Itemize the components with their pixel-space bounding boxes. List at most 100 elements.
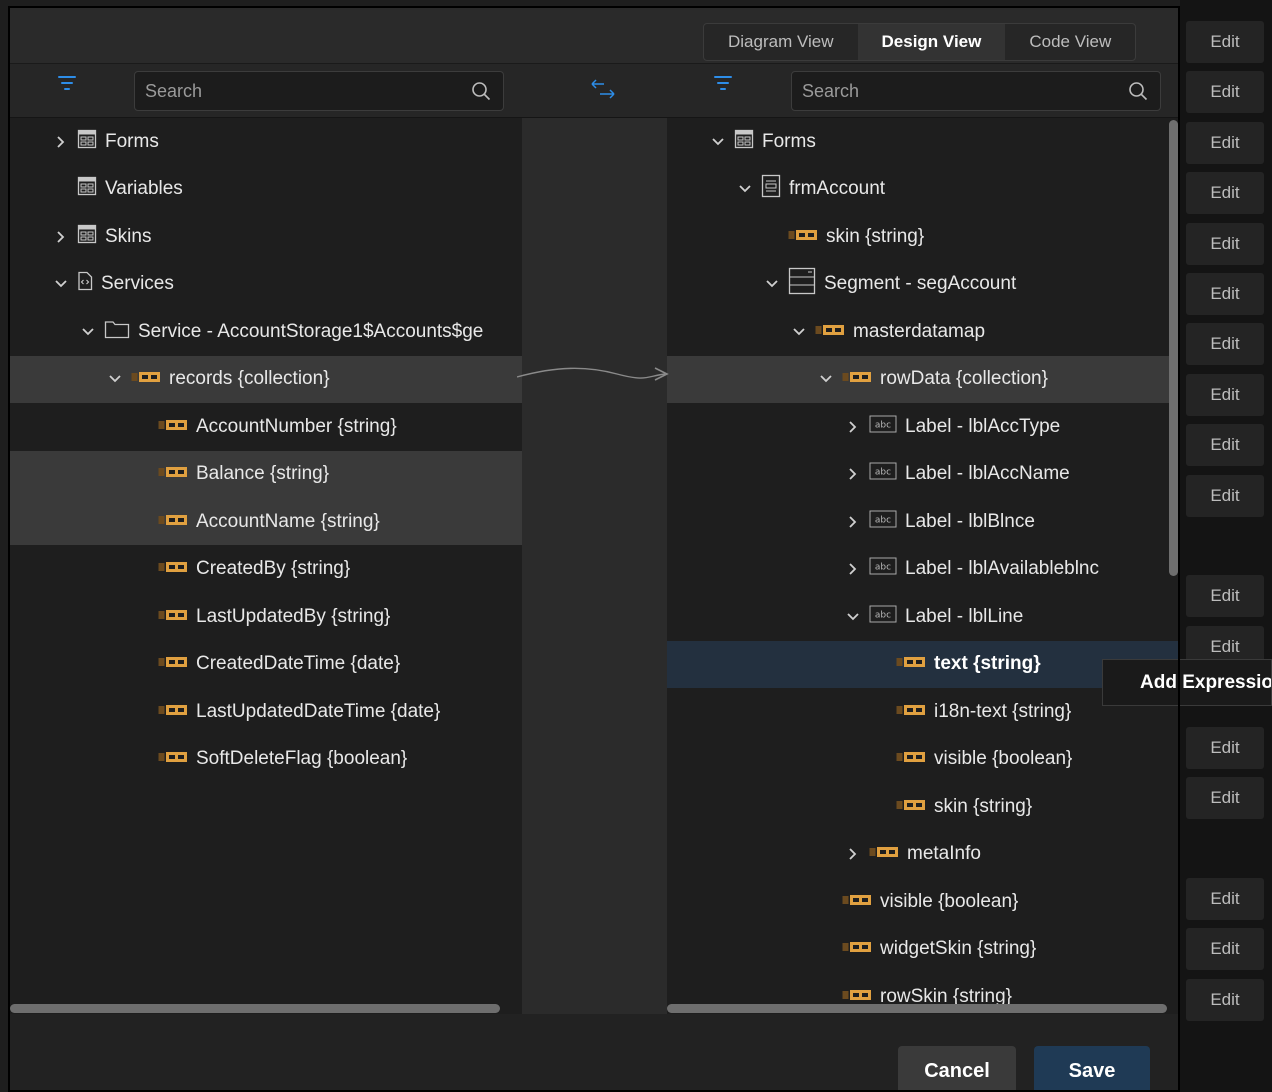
target-tree-row[interactable]: metaInfo bbox=[667, 831, 1178, 878]
chevron-right-icon[interactable] bbox=[845, 561, 861, 577]
target-tree-row[interactable]: Forms bbox=[667, 118, 1178, 165]
edit-button[interactable]: Edit bbox=[1186, 726, 1264, 769]
source-tree-row[interactable]: records {collection} bbox=[10, 355, 522, 403]
edit-button[interactable]: Edit bbox=[1186, 777, 1264, 819]
left-horizontal-scrollbar[interactable] bbox=[10, 1004, 500, 1013]
chevron-down-icon[interactable] bbox=[710, 134, 726, 150]
chevron-down-icon[interactable] bbox=[737, 181, 753, 197]
right-search-input[interactable] bbox=[792, 72, 1087, 110]
target-tree-row[interactable]: masterdatamap bbox=[667, 308, 1178, 355]
source-tree-row[interactable]: Balance {string} bbox=[10, 450, 522, 498]
target-tree-row[interactable]: visible {boolean} bbox=[667, 736, 1178, 783]
source-tree-row[interactable]: AccountName {string} bbox=[10, 498, 522, 545]
chevron-down-icon[interactable] bbox=[80, 324, 96, 340]
target-tree-row[interactable]: widgetSkin {string} bbox=[667, 926, 1178, 973]
edit-button[interactable]: Edit bbox=[1186, 877, 1264, 920]
tab-design-view[interactable]: Design View bbox=[857, 24, 1006, 60]
tab-code-view[interactable]: Code View bbox=[1005, 24, 1135, 60]
svg-text:abc: abc bbox=[875, 610, 891, 620]
label-widget-icon: abc bbox=[869, 605, 897, 629]
target-tree-row[interactable]: abc Label - lblAvailableblnc bbox=[667, 546, 1178, 593]
target-tree-label: skin {string} bbox=[934, 795, 1033, 817]
mapping-connector-line[interactable] bbox=[517, 360, 677, 390]
source-tree-row[interactable]: AccountNumber {string} bbox=[10, 403, 522, 450]
right-vertical-scrollbar[interactable] bbox=[1169, 120, 1178, 576]
left-search-input[interactable] bbox=[135, 72, 430, 110]
field-icon bbox=[788, 226, 818, 248]
target-tree-row[interactable]: abc Label - lblAccName bbox=[667, 451, 1178, 498]
right-horizontal-scrollbar[interactable] bbox=[667, 1004, 1167, 1013]
target-tree-row[interactable]: visible {boolean} bbox=[667, 878, 1178, 925]
label-widget-icon: abc bbox=[869, 510, 897, 534]
form-page-icon bbox=[761, 174, 781, 204]
edit-button[interactable]: Edit bbox=[1186, 21, 1264, 63]
chevron-down-icon[interactable] bbox=[791, 324, 807, 340]
source-tree-row[interactable]: CreatedBy {string} bbox=[10, 546, 522, 593]
edit-button[interactable]: Edit bbox=[1186, 575, 1264, 618]
source-tree-row[interactable]: Service - AccountStorage1$Accounts$ge bbox=[10, 308, 522, 355]
search-icon[interactable] bbox=[471, 81, 491, 101]
source-tree-row[interactable]: LastUpdatedDateTime {date} bbox=[10, 688, 522, 735]
svg-text:abc: abc bbox=[875, 515, 891, 525]
edit-button[interactable]: Edit bbox=[1186, 928, 1264, 971]
swap-arrows-icon[interactable] bbox=[588, 78, 618, 100]
chevron-right-icon[interactable] bbox=[845, 419, 861, 435]
filter-icon[interactable] bbox=[57, 76, 77, 92]
target-tree-row[interactable]: Segment - segAccount bbox=[667, 261, 1178, 308]
source-tree-row[interactable]: Variables bbox=[10, 166, 522, 213]
edit-button[interactable]: Edit bbox=[1186, 172, 1264, 215]
field-icon bbox=[158, 606, 188, 628]
chevron-down-icon[interactable] bbox=[818, 371, 834, 387]
chevron-down-icon[interactable] bbox=[53, 276, 69, 292]
search-icon[interactable] bbox=[1128, 81, 1148, 101]
filter-icon[interactable] bbox=[713, 76, 733, 92]
target-tree-row[interactable]: abc Label - lblLine bbox=[667, 593, 1178, 640]
chevron-right-icon[interactable] bbox=[845, 514, 861, 530]
tab-diagram-view[interactable]: Diagram View bbox=[704, 24, 858, 60]
chevron-right-icon[interactable] bbox=[845, 466, 861, 482]
cancel-button[interactable]: Cancel bbox=[898, 1046, 1016, 1092]
add-expression-tooltip[interactable]: Add Expressio bbox=[1102, 659, 1272, 706]
target-tree-row[interactable]: frmAccount bbox=[667, 166, 1178, 213]
label-widget-icon: abc bbox=[869, 462, 897, 486]
edit-button[interactable]: Edit bbox=[1186, 323, 1264, 366]
source-tree-label: Skins bbox=[105, 225, 152, 247]
target-tree-label: metaInfo bbox=[907, 843, 981, 864]
target-tree-label: Label - lblAccName bbox=[905, 463, 1070, 484]
chevron-right-icon[interactable] bbox=[53, 134, 69, 150]
target-tree-row[interactable]: abc Label - lblAccType bbox=[667, 403, 1178, 450]
source-tree-row[interactable]: Services bbox=[10, 261, 522, 308]
target-tree-row[interactable]: skin {string} bbox=[667, 783, 1178, 830]
target-tree-row[interactable]: skin {string} bbox=[667, 213, 1178, 260]
edit-button[interactable]: Edit bbox=[1186, 222, 1264, 265]
source-tree-row[interactable]: CreatedDateTime {date} bbox=[10, 641, 522, 688]
target-tree-row[interactable]: rowData {collection} bbox=[667, 355, 1178, 403]
chevron-down-icon[interactable] bbox=[764, 276, 780, 292]
edit-button[interactable]: Edit bbox=[1186, 273, 1264, 315]
chevron-down-icon[interactable] bbox=[845, 609, 861, 625]
edit-button[interactable]: Edit bbox=[1186, 71, 1264, 114]
field-icon bbox=[158, 653, 188, 675]
chevron-right-icon[interactable] bbox=[845, 846, 861, 862]
chevron-down-icon[interactable] bbox=[107, 371, 123, 387]
edit-button[interactable]: Edit bbox=[1186, 424, 1264, 467]
edit-button[interactable]: Edit bbox=[1186, 121, 1264, 164]
save-button[interactable]: Save bbox=[1034, 1046, 1150, 1092]
view-tabs: Diagram View Design View Code View bbox=[703, 23, 1137, 61]
target-tree-row[interactable]: abc Label - lblBlnce bbox=[667, 498, 1178, 545]
chevron-right-icon[interactable] bbox=[53, 229, 69, 245]
source-tree-row[interactable]: SoftDeleteFlag {boolean} bbox=[10, 736, 522, 783]
source-tree-row[interactable]: LastUpdatedBy {string} bbox=[10, 593, 522, 640]
edit-button[interactable]: Edit bbox=[1186, 474, 1264, 517]
edit-button[interactable]: Edit bbox=[1186, 978, 1264, 1021]
source-tree-row[interactable]: Forms bbox=[10, 118, 522, 165]
field-icon bbox=[842, 938, 872, 960]
edit-button[interactable]: Edit bbox=[1186, 373, 1264, 416]
source-tree-row[interactable]: Skins bbox=[10, 213, 522, 260]
